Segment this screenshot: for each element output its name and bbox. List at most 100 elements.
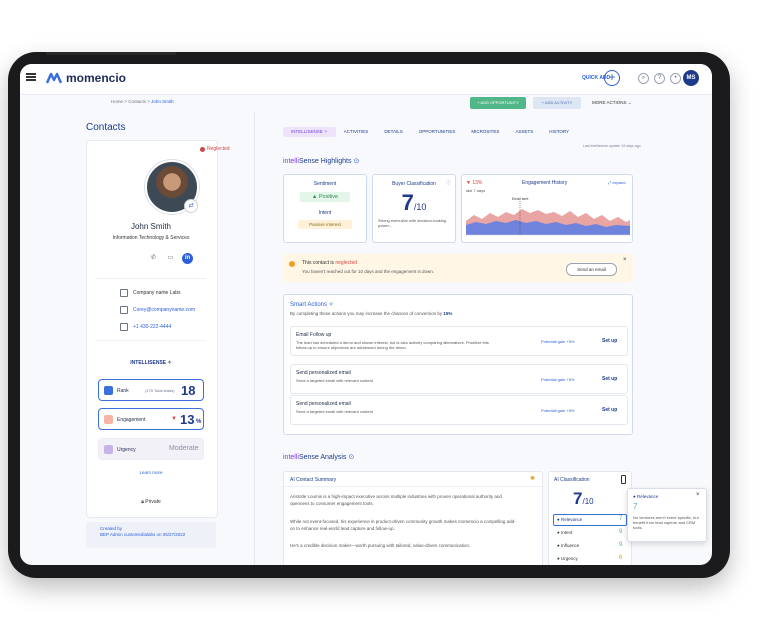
analysis-title: intelliSense Analysis ⊙	[283, 453, 354, 461]
class-row[interactable]: ● Relevance	[557, 517, 582, 522]
setup-button[interactable]: Set up	[602, 376, 617, 382]
engagement-value: 13	[180, 412, 195, 427]
page-title: Contacts	[86, 122, 126, 133]
urgency-value: Moderate	[169, 445, 199, 452]
phone-row[interactable]: +1 430-222-4444	[120, 323, 171, 331]
relevance-tooltip: ● Relevance × 7 No ventures aren't event…	[627, 488, 707, 542]
info-icon[interactable]: ⓘ	[446, 179, 451, 186]
down-arrow-icon: ▼	[171, 416, 177, 422]
action-gain: Potential gain +5%	[541, 339, 575, 344]
buyer-label: Buyer Classification	[392, 181, 436, 187]
logo[interactable]: momencio	[46, 71, 126, 85]
class-score-of: /10	[582, 497, 594, 506]
engagement-change-value: 13%	[472, 180, 483, 186]
linked-icon[interactable]: ⇄	[184, 199, 198, 213]
close-icon[interactable]: ×	[696, 492, 700, 498]
ai-summary-card: AI Contact Summary ✺ Aristotle Loumis is…	[283, 471, 543, 565]
tab-details[interactable]: DETAILS	[376, 127, 410, 137]
search-icon[interactable]: ⌕	[638, 73, 649, 84]
classification-score: 7/10	[573, 489, 594, 509]
more-actions-dropdown[interactable]: MORE ACTIONS ⌄	[592, 100, 632, 106]
email-row[interactable]: Corey@companyname.com	[120, 306, 195, 314]
breadcrumb-contacts[interactable]: Contacts	[128, 99, 146, 104]
setup-button[interactable]: Set up	[602, 407, 617, 413]
action-title: Email Follow up	[296, 332, 332, 338]
engagement-history-card: ▼ 13% last 7 days Engagement History ⤢ e…	[461, 174, 633, 243]
menu-icon[interactable]	[26, 73, 36, 81]
smart-actions-title: Smart Actions ✧	[290, 302, 334, 308]
summary-title: AI Contact Summary	[290, 477, 337, 483]
annotation-label: Email sent	[512, 197, 528, 201]
created-by-box: Created by BEP Admin customedialabs on 0…	[86, 522, 216, 548]
rank-metric: Rank (175 Total leads) 18	[98, 379, 204, 401]
logo-icon	[46, 72, 62, 84]
breadcrumb-home[interactable]: Home	[111, 99, 123, 104]
tooltip-label: Relevance	[636, 494, 659, 499]
urgency-icon	[104, 445, 113, 454]
class-row[interactable]: ● Influence	[557, 543, 579, 548]
company-name: Company name Labs	[133, 290, 181, 296]
rank-value: 18	[181, 383, 196, 398]
alert-prefix: This contact is	[302, 260, 334, 266]
intent-pill: Passive interest	[298, 220, 352, 229]
linkedin-icon[interactable]: in	[182, 253, 193, 264]
lock-icon: 🔒︎	[141, 499, 144, 505]
company-row: Company name Labs	[120, 289, 181, 297]
engagement-period: last 7 days	[466, 188, 486, 193]
message-icon[interactable]: ▭	[165, 253, 176, 264]
tab-assets[interactable]: ASSETS	[507, 127, 541, 137]
tab-activities[interactable]: ACTIVITIES	[336, 127, 377, 137]
info-icon[interactable]: ⊙	[353, 158, 359, 165]
intent-label: Intent	[318, 210, 332, 216]
mail-icon	[120, 306, 128, 314]
tooltip-value: 7	[633, 502, 638, 511]
engagement-label: Engagement	[117, 417, 146, 423]
title-suffix: Sense Highlights	[298, 158, 352, 165]
neglected-alert: This contact is neglected You haven't re…	[283, 254, 633, 282]
action-title: Send personalized email	[296, 370, 351, 376]
help-icon[interactable]: ?	[654, 73, 665, 84]
action-desc: Send a targeted email with relevant cont…	[296, 378, 373, 383]
subtitle-value: 15%	[443, 311, 453, 316]
sparkle-icon: ✺	[530, 476, 536, 482]
breadcrumb-sep: >	[124, 99, 127, 104]
quick-add-button[interactable]: +	[604, 70, 620, 86]
email-link[interactable]: Corey@companyname.com	[133, 307, 195, 313]
contact-title: Information Technology & Services	[112, 235, 190, 241]
add-opportunity-button[interactable]: + ADD OPPORTUNITY	[470, 97, 526, 109]
action-gain: Potential gain +5%	[541, 408, 575, 413]
private-label: Private	[145, 499, 161, 505]
highlights-title: intelliSense Highlights ⊙	[283, 157, 359, 165]
warning-icon	[289, 261, 295, 267]
class-row[interactable]: ● Urgency	[557, 556, 578, 561]
close-icon[interactable]: ×	[623, 257, 627, 263]
info-icon[interactable]: ⊙	[348, 454, 354, 461]
setup-button[interactable]: Set up	[602, 338, 617, 344]
tab-microsites[interactable]: MICROSITES	[463, 127, 507, 137]
class-row[interactable]: ● Intent	[557, 530, 572, 535]
engagement-change: ▼ 13%	[466, 180, 483, 186]
expand-link[interactable]: ⤢ expand	[608, 180, 625, 185]
class-value: 7	[619, 516, 623, 522]
buyer-score: 7/10	[373, 190, 455, 216]
phone-icon[interactable]: ✆	[148, 253, 159, 264]
phone-small-icon	[120, 323, 128, 331]
private-toggle[interactable]: 🔒︎ Private	[86, 499, 216, 505]
classification-title: AI Classification	[554, 477, 590, 483]
phone-link[interactable]: +1 430-222-4444	[133, 324, 171, 330]
user-avatar[interactable]: MS	[683, 70, 699, 86]
bell-icon[interactable]: •	[670, 73, 681, 84]
tab-intellisense[interactable]: INTELLISENSE ✧	[283, 127, 336, 137]
tab-history[interactable]: HISTORY	[541, 127, 577, 137]
tablet-button	[46, 52, 176, 55]
urgency-metric: Urgency Moderate	[98, 438, 204, 460]
status-text: Neglected	[207, 146, 230, 152]
send-email-button[interactable]: Send an email	[566, 263, 617, 276]
summary-paragraph: Aristotle Loumis is a high-impact execut…	[290, 494, 502, 506]
add-activity-button[interactable]: + ADD ACTIVITY	[533, 97, 581, 109]
smart-action-row: Email Follow up The lead has scheduled a…	[290, 326, 628, 356]
thumbs-up-icon: ▲	[311, 194, 319, 200]
learn-more-link[interactable]: Learn more	[86, 470, 216, 475]
tab-opportunities[interactable]: OPPORTUNITIES	[411, 127, 464, 137]
breadcrumb: Home > Contacts > John Smith	[111, 99, 174, 104]
